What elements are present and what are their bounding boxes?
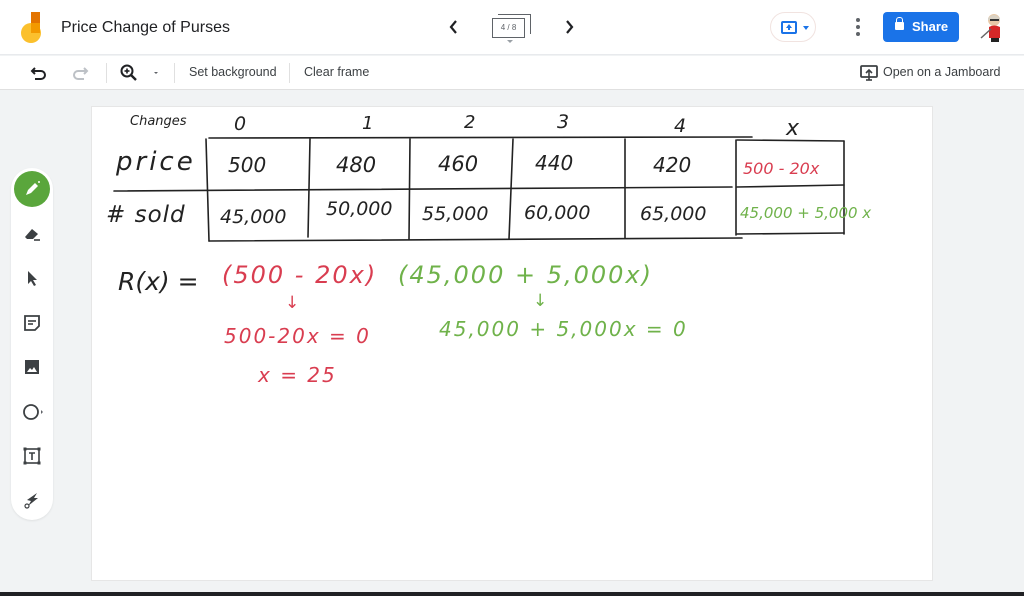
present-icon bbox=[781, 21, 797, 34]
user-avatar[interactable] bbox=[978, 12, 1008, 44]
next-frame-button[interactable] bbox=[559, 16, 579, 38]
toolbar-divider bbox=[106, 63, 107, 83]
price-factor: (500 - 20x) bbox=[222, 261, 378, 289]
table-cell: 60,000 bbox=[524, 202, 591, 224]
more-options-button[interactable] bbox=[850, 16, 866, 38]
table-grid-lines bbox=[113, 136, 845, 242]
toolbar-divider bbox=[289, 63, 290, 83]
table-cell: 420 bbox=[653, 153, 692, 177]
share-label: Share bbox=[912, 19, 949, 34]
laser-icon bbox=[24, 493, 38, 509]
undo-icon[interactable] bbox=[29, 63, 49, 83]
tool-text-box[interactable] bbox=[14, 438, 50, 474]
previous-frame-button[interactable] bbox=[444, 16, 464, 38]
caret-down-icon bbox=[803, 26, 809, 30]
jamboard-app: Price Change of Purses 4 / 8 Share Set b… bbox=[0, 0, 1024, 596]
pen-icon bbox=[26, 181, 40, 195]
table-cell: 50,000 bbox=[326, 198, 393, 220]
solution: x = 25 bbox=[258, 363, 337, 387]
share-button[interactable]: Share bbox=[883, 12, 959, 42]
chevron-right-icon bbox=[566, 20, 574, 34]
table-cell: 440 bbox=[535, 151, 574, 175]
tool-shape[interactable] bbox=[14, 394, 50, 430]
revenue-label: R(x) = bbox=[118, 267, 199, 296]
table-header-cell: 1 bbox=[362, 113, 374, 134]
zoom-in-icon[interactable] bbox=[119, 63, 139, 83]
toolbar-divider bbox=[174, 63, 175, 83]
top-bar: Price Change of Purses 4 / 8 Share bbox=[0, 0, 1024, 55]
table-corner-label: Changes bbox=[130, 114, 187, 129]
row-label-sold: # sold bbox=[106, 202, 186, 228]
window-bottom-edge bbox=[0, 592, 1024, 596]
clear-frame-button[interactable]: Clear frame bbox=[304, 65, 369, 79]
more-vert-icon bbox=[856, 18, 860, 22]
price-expression: 500 - 20x bbox=[743, 159, 820, 178]
sold-equation: 45,000 + 5,000x = 0 bbox=[439, 317, 688, 341]
open-on-jamboard-button[interactable]: Open on a Jamboard bbox=[883, 65, 1000, 79]
cast-to-jamboard-icon[interactable] bbox=[859, 63, 879, 83]
board-title[interactable]: Price Change of Purses bbox=[61, 19, 230, 37]
whiteboard-canvas[interactable]: Changes 0 1 2 3 4 x price 500 480 460 44… bbox=[91, 106, 933, 581]
frame-indicator: 4 / 8 bbox=[492, 18, 525, 38]
table-header-cell: 0 bbox=[234, 113, 247, 135]
tool-eraser[interactable] bbox=[14, 216, 50, 252]
price-equation: 500-20x = 0 bbox=[224, 324, 371, 348]
cursor-icon bbox=[28, 271, 37, 286]
sold-factor: (45,000 + 5,000x) bbox=[398, 261, 653, 289]
zoom-dropdown-icon[interactable] bbox=[148, 63, 168, 83]
lock-icon bbox=[895, 17, 904, 30]
down-arrow-icon: ↓ bbox=[285, 293, 300, 313]
tool-image[interactable] bbox=[14, 349, 50, 385]
tool-select[interactable] bbox=[14, 260, 50, 296]
image-icon bbox=[25, 360, 39, 374]
tool-laser[interactable] bbox=[14, 482, 50, 518]
down-arrow-icon: ↓ bbox=[533, 291, 548, 311]
redo-icon[interactable] bbox=[70, 63, 90, 83]
table-cell: 480 bbox=[336, 153, 377, 177]
sticky-note-icon bbox=[24, 315, 40, 331]
table-header-cell: x bbox=[786, 116, 800, 141]
table-header-cell: 4 bbox=[674, 115, 687, 137]
table-header-cell: 2 bbox=[464, 112, 476, 133]
row-label-price: price bbox=[116, 147, 196, 177]
set-background-button[interactable]: Set background bbox=[189, 65, 277, 79]
table-cell: 460 bbox=[438, 152, 479, 176]
sold-expression: 45,000 + 5,000 x bbox=[740, 204, 872, 222]
tool-sticky-note[interactable] bbox=[14, 305, 50, 341]
chevron-left-icon bbox=[449, 20, 457, 34]
jamboard-logo-icon bbox=[21, 12, 41, 43]
table-cell: 55,000 bbox=[422, 203, 489, 225]
circle-icon bbox=[23, 404, 43, 420]
frame-picker-button[interactable]: 4 / 8 bbox=[492, 13, 532, 45]
tool-palette bbox=[11, 168, 53, 520]
tool-pen[interactable] bbox=[14, 171, 50, 207]
table-cell: 65,000 bbox=[640, 203, 707, 225]
table-cell: 45,000 bbox=[220, 206, 287, 228]
eraser-icon bbox=[25, 229, 40, 241]
present-button[interactable] bbox=[770, 12, 816, 42]
caret-down-icon bbox=[507, 40, 513, 43]
toolbar: Set background Clear frame Open on a Jam… bbox=[0, 56, 1024, 90]
table-cell: 500 bbox=[228, 153, 267, 177]
text-box-icon bbox=[23, 447, 41, 465]
table-header-cell: 3 bbox=[557, 111, 570, 133]
